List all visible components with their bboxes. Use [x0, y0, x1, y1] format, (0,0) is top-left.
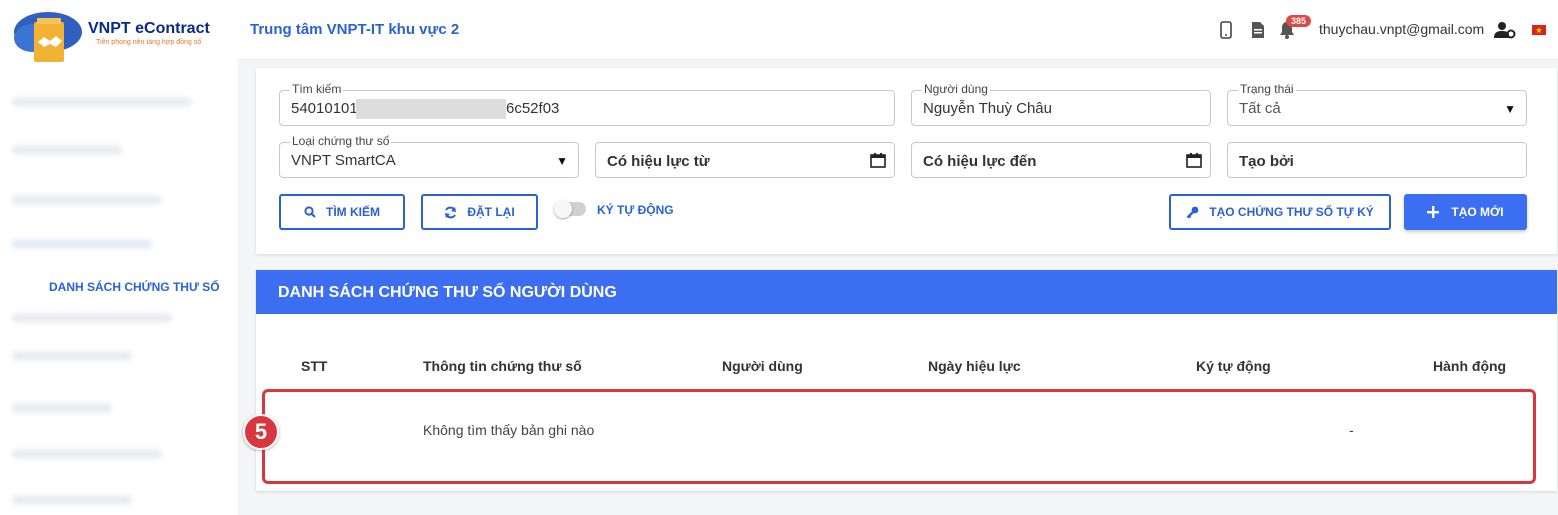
user-value: Nguyễn Thuỳ Châu — [923, 100, 1052, 117]
create-new-label: TẠO MỚI — [1451, 205, 1504, 219]
sidebar-item-blurred[interactable] — [12, 496, 132, 504]
reset-button[interactable]: ĐẶT LẠI — [421, 194, 538, 230]
created-by-field[interactable]: Tạo bởi — [1227, 142, 1527, 178]
document-icon[interactable] — [1251, 20, 1265, 40]
caret-down-icon: ▼ — [1504, 102, 1516, 116]
column-header[interactable]: Người dùng — [722, 358, 803, 374]
refresh-icon — [445, 206, 457, 218]
calendar-icon[interactable] — [870, 152, 886, 168]
key-icon — [1186, 206, 1199, 218]
sidebar-item-blurred[interactable] — [12, 146, 122, 154]
step-marker: 5 — [243, 414, 279, 450]
search-button-label: TÌM KIẾM — [326, 205, 380, 219]
sidebar-item-blurred[interactable] — [12, 196, 162, 204]
brand-logo[interactable]: VNPT eContract Tiên phong nền tảng hợp đ… — [12, 8, 232, 64]
search-label: Tìm kiếm — [290, 82, 344, 96]
caret-down-icon: ▼ — [556, 154, 568, 168]
sidebar-item-blurred[interactable] — [12, 98, 192, 106]
valid-to-field[interactable]: Có hiệu lực đến — [911, 142, 1211, 178]
organization-name: Trung tâm VNPT-IT khu vực 2 — [250, 21, 460, 38]
user-label: Người dùng — [922, 82, 990, 96]
sidebar-item-blurred[interactable] — [12, 404, 112, 412]
search-button[interactable]: TÌM KIẾM — [279, 194, 405, 230]
column-header[interactable]: Thông tin chứng thư số — [423, 358, 582, 374]
search-value-end: 6c52f03 — [506, 100, 560, 117]
column-header[interactable]: STT — [301, 358, 327, 374]
search-icon — [304, 206, 316, 218]
highlight-box — [262, 389, 1536, 484]
sidebar: VNPT eContract Tiên phong nền tảng hợp đ… — [0, 0, 238, 515]
column-header[interactable]: Ngày hiệu lực — [928, 358, 1021, 374]
cloud-logo-icon — [14, 12, 82, 62]
column-header[interactable]: Ký tự động — [1196, 358, 1271, 374]
create-self-signed-button[interactable]: TẠO CHỨNG THƯ SỐ TỰ KÝ — [1169, 194, 1391, 230]
reset-button-label: ĐẶT LẠI — [467, 205, 515, 219]
table-title-bar: DANH SÁCH CHỨNG THƯ SỐ NGƯỜI DÙNG — [256, 270, 1557, 314]
auto-sign-label[interactable]: KÝ TỰ ĐỘNG — [597, 203, 674, 217]
user-settings-icon[interactable] — [1494, 20, 1516, 40]
sidebar-item-certificate-list[interactable]: DANH SÁCH CHỨNG THƯ SỐ — [0, 262, 238, 306]
toggle-knob — [554, 200, 572, 218]
auto-sign-toggle[interactable] — [554, 200, 586, 218]
user-email[interactable]: thuychau.vnpt@gmail.com — [1319, 21, 1484, 37]
plus-icon — [1427, 206, 1440, 218]
user-field[interactable]: Người dùng Nguyễn Thuỳ Châu — [911, 82, 1211, 126]
create-self-signed-label: TẠO CHỨNG THƯ SỐ TỰ KÝ — [1209, 205, 1374, 219]
column-header[interactable]: Hành động — [1433, 358, 1506, 374]
valid-to-placeholder: Có hiệu lực đến — [923, 153, 1037, 170]
brand-slogan: Tiên phong nền tảng hợp đồng số — [96, 39, 202, 46]
sidebar-item-blurred[interactable] — [12, 450, 162, 458]
status-label: Trạng thái — [1238, 82, 1296, 96]
table-title: DANH SÁCH CHỨNG THƯ SỐ NGƯỜI DÙNG — [278, 284, 617, 301]
status-select[interactable]: Trạng thái Tất cả ▼ — [1227, 82, 1527, 126]
sidebar-item-blurred[interactable] — [12, 314, 172, 322]
valid-from-placeholder: Có hiệu lực từ — [607, 153, 710, 170]
sidebar-item-blurred[interactable] — [12, 352, 132, 360]
top-header: Trung tâm VNPT-IT khu vực 2 385 thuychau… — [238, 0, 1558, 60]
valid-from-field[interactable]: Có hiệu lực từ — [595, 142, 895, 178]
sidebar-item-blurred[interactable] — [12, 240, 152, 248]
mobile-icon[interactable] — [1220, 20, 1232, 40]
search-field[interactable]: Tìm kiếm 54010101 6c52f03 — [279, 82, 895, 126]
cert-type-value: VNPT SmartCA — [291, 152, 396, 169]
redacted-mask — [356, 99, 506, 119]
cert-type-select[interactable]: Loại chứng thư số VNPT SmartCA ▼ — [279, 134, 579, 178]
notification-badge: 385 — [1286, 15, 1312, 27]
status-value: Tất cả — [1239, 100, 1281, 117]
sidebar-item-label: DANH SÁCH CHỨNG THƯ SỐ — [49, 280, 220, 294]
filter-panel: Tìm kiếm 54010101 6c52f03 Người dùng Ngu… — [256, 68, 1557, 254]
brand-name: VNPT eContract — [88, 20, 210, 37]
search-value-start: 54010101 — [291, 100, 358, 117]
created-by-placeholder: Tạo bởi — [1239, 153, 1294, 170]
vietnam-flag-icon[interactable] — [1532, 20, 1546, 40]
cert-type-label: Loại chứng thư số — [290, 134, 392, 148]
create-new-button[interactable]: TẠO MỚI — [1404, 194, 1527, 230]
calendar-icon[interactable] — [1186, 152, 1202, 168]
